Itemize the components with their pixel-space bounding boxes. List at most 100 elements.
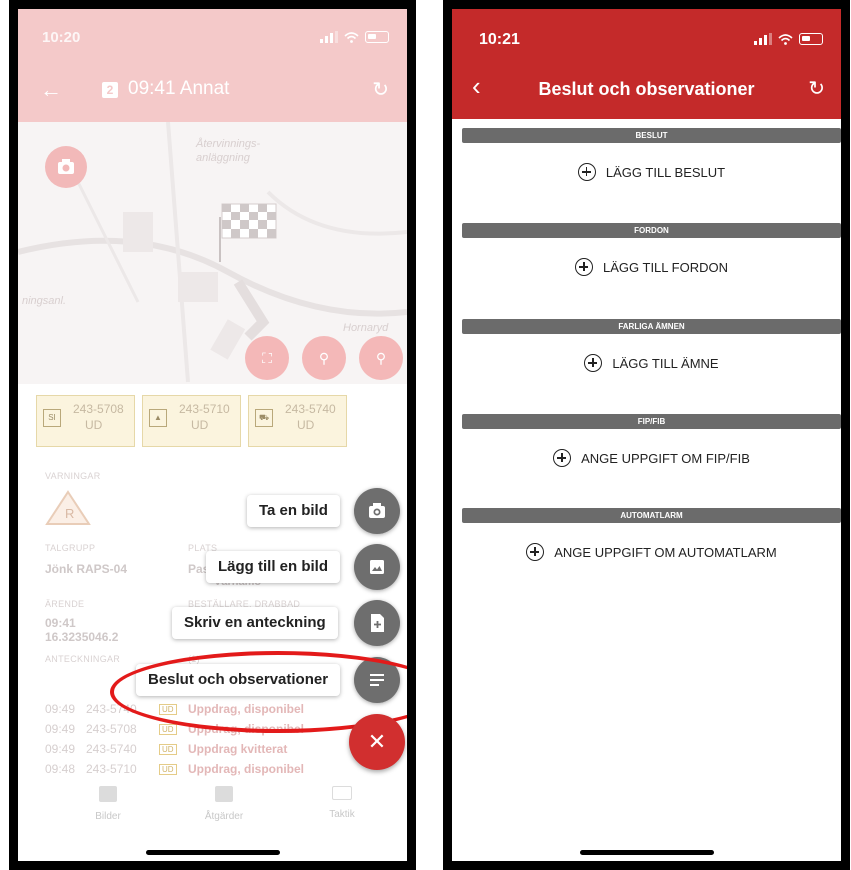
unit-number: 243-5710 xyxy=(179,402,230,416)
bottom-nav: Bilder Åtgärder Taktik xyxy=(18,786,407,836)
battery-icon xyxy=(365,31,389,43)
unit-card[interactable]: SI 243-5708 UD xyxy=(36,395,135,447)
add-substance-button[interactable]: LÄGG TILL ÄMNE xyxy=(462,334,841,392)
close-icon: ✕ xyxy=(367,729,387,754)
close-fab-button[interactable]: ✕ xyxy=(349,714,405,770)
map-camera-button[interactable] xyxy=(45,146,87,188)
arende-time: 09:41 xyxy=(45,616,76,630)
home-indicator xyxy=(145,850,280,855)
finish-flag-icon xyxy=(219,203,277,262)
unit-card[interactable]: ▲ 243-5710 UD xyxy=(142,395,241,447)
log-tag: UD xyxy=(159,724,177,735)
map-label: Hornaryd xyxy=(343,322,389,334)
unit-type-icon: ⛟ xyxy=(255,409,273,427)
zoom-in-icon: ⚲ xyxy=(375,350,387,366)
map-label: Återvinnings- xyxy=(196,138,261,150)
arende-number: 16.3235046.2 xyxy=(45,630,119,644)
add-image-label[interactable]: Lägg till en bild xyxy=(206,551,340,583)
fullscreen-button[interactable]: ⛶ xyxy=(245,336,289,380)
section-beslut: BESLUT LÄGG TILL BESLUT xyxy=(462,128,841,201)
zoom-out-icon: ⚲ xyxy=(318,350,330,366)
talgrupp-value: Jönk RAPS-04 xyxy=(45,562,128,576)
add-decision-button[interactable]: LÄGG TILL BESLUT xyxy=(462,143,841,201)
add-circle-icon xyxy=(575,258,593,276)
left-screen: 10:20 ← 2 09:41 Annat ↻ Återvinnings- an… xyxy=(18,9,407,861)
zoom-out-button[interactable]: ⚲ xyxy=(302,336,346,380)
status-icons xyxy=(754,33,823,45)
unit-status: UD xyxy=(191,418,209,432)
add-vehicle-button[interactable]: LÄGG TILL FORDON xyxy=(462,238,841,296)
wifi-icon xyxy=(344,31,359,43)
refresh-icon[interactable]: ↻ xyxy=(808,76,825,101)
status-icons xyxy=(320,31,389,43)
zoom-in-button[interactable]: ⚲ xyxy=(359,336,403,380)
log-time: 09:49 xyxy=(45,742,76,756)
action-label: LÄGG TILL BESLUT xyxy=(605,164,726,180)
log-tag: UD xyxy=(159,764,177,775)
add-image-button[interactable] xyxy=(354,544,400,590)
warnings-label: VARNINGAR xyxy=(45,471,101,481)
unit-type-icon: SI xyxy=(43,409,61,427)
page-title: 09:41 Annat xyxy=(128,78,230,99)
tablet-icon xyxy=(332,786,352,800)
app-header: 10:21 ‹ Beslut och observationer ↻ xyxy=(452,9,841,119)
camera-icon xyxy=(369,503,385,518)
action-label: ANGE UPPGIFT OM FIP/FIB xyxy=(581,450,750,466)
nav-item-bilder[interactable]: Bilder xyxy=(68,786,148,824)
section-header: BESLUT xyxy=(462,128,841,143)
faded-header: 10:20 ← 2 09:41 Annat ↻ xyxy=(18,9,407,122)
signal-icon xyxy=(754,33,772,45)
write-note-label[interactable]: Skriv en anteckning xyxy=(172,607,338,639)
talgrupp-label: TALGRUPP xyxy=(45,543,96,553)
take-photo-button[interactable] xyxy=(354,488,400,534)
add-circle-icon xyxy=(577,163,596,181)
back-arrow-icon[interactable]: ← xyxy=(40,77,62,103)
section-automatlarm: AUTOMATLARM ANGE UPPGIFT OM AUTOMATLARM xyxy=(462,508,841,581)
action-label: ANGE UPPGIFT OM AUTOMATLARM xyxy=(554,544,777,560)
set-automatlarm-button[interactable]: ANGE UPPGIFT OM AUTOMATLARM xyxy=(462,523,841,581)
camera-icon xyxy=(58,159,74,174)
left-phone: 10:20 ← 2 09:41 Annat ↻ Återvinnings- an… xyxy=(9,0,416,870)
unit-number: 243-5708 xyxy=(73,402,124,416)
checkbox-icon xyxy=(215,786,233,802)
set-fip-fib-button[interactable]: ANGE UPPGIFT OM FIP/FIB xyxy=(462,429,841,487)
arende-label: ÄRENDE xyxy=(45,599,85,609)
take-photo-label[interactable]: Ta en bild xyxy=(247,495,340,527)
unit-number: 243-5740 xyxy=(285,402,336,416)
right-screen: 10:21 ‹ Beslut och observationer ↻ BESLU… xyxy=(452,9,841,861)
log-unit: 243-5708 xyxy=(86,722,137,736)
nav-item-atgarder[interactable]: Åtgärder xyxy=(184,786,264,824)
anteckningar-label: ANTECKNINGAR xyxy=(45,654,121,664)
log-text: Uppdrag, disponibel xyxy=(188,762,304,776)
map-label: ningsanl. xyxy=(22,295,67,307)
add-circle-icon xyxy=(526,543,545,561)
section-header: FARLIGA ÄMNEN xyxy=(462,319,841,334)
log-row: 09:49 243-5740 UD Uppdrag kvitterat xyxy=(45,742,345,762)
section-fip-fib: FIP/FIB ANGE UPPGIFT OM FIP/FIB xyxy=(462,414,841,487)
map-label: anläggning xyxy=(196,152,250,164)
log-row: 09:48 243-5710 UD Uppdrag, disponibel xyxy=(45,762,345,782)
warning-sign-icon: R xyxy=(45,490,91,525)
nav-label: Åtgärder xyxy=(204,811,244,822)
note-add-icon xyxy=(371,614,384,632)
section-fordon: FORDON LÄGG TILL FORDON xyxy=(462,223,841,296)
section-header: FORDON xyxy=(462,223,841,238)
log-unit: 243-5710 xyxy=(86,762,137,776)
unit-list: SI 243-5708 UD ▲ 243-5710 UD ⛟ 243-5740 … xyxy=(36,395,347,447)
svg-text:R: R xyxy=(65,506,74,521)
wifi-icon xyxy=(778,33,793,45)
refresh-icon[interactable]: ↻ xyxy=(372,77,389,102)
nav-item-taktik[interactable]: Taktik xyxy=(302,786,382,822)
unit-card[interactable]: ⛟ 243-5740 UD xyxy=(248,395,347,447)
map-view[interactable]: Återvinnings- anläggning ningsanl. Horna… xyxy=(18,122,407,384)
add-circle-icon xyxy=(584,354,603,372)
priority-badge: 2 xyxy=(102,82,118,98)
nav-label: Taktik xyxy=(329,809,355,820)
nav-label: Bilder xyxy=(95,811,121,822)
log-unit: 243-5740 xyxy=(86,742,137,756)
write-note-button[interactable] xyxy=(354,600,400,646)
log-time: 09:48 xyxy=(45,762,76,776)
section-header: AUTOMATLARM xyxy=(462,508,841,523)
log-time: 09:49 xyxy=(45,702,76,716)
action-label: LÄGG TILL ÄMNE xyxy=(612,355,719,371)
